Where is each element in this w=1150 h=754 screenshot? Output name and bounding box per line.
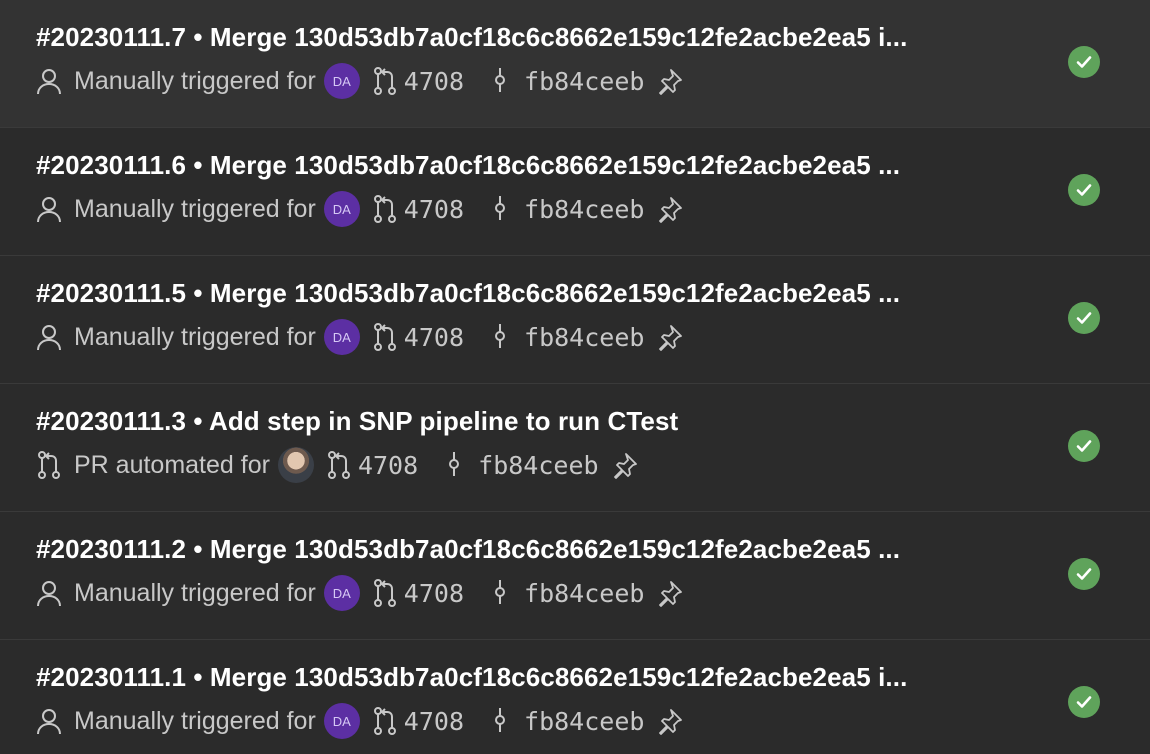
run-meta: Manually triggered for DA 4708 fb84ceeb [36,190,684,228]
trigger-text: Manually triggered for [74,706,316,735]
pin-icon[interactable] [611,451,639,479]
commit-icon [492,322,508,352]
avatar[interactable]: DA [323,63,360,99]
commit-hash-link[interactable]: fb84ceeb [524,195,644,224]
pr-number-link[interactable]: 4708 [404,323,464,352]
person-icon [36,66,62,96]
pr-number-link[interactable]: 4708 [404,67,464,96]
commit-hash-link[interactable]: fb84ceeb [524,323,644,352]
pr-number-link[interactable]: 4708 [358,451,418,480]
avatar[interactable] [277,447,314,483]
run-title[interactable]: #20230111.3 • Add step in SNP pipeline t… [36,406,1036,437]
pin-icon[interactable] [656,707,684,735]
pr-number-link[interactable]: 4708 [404,579,464,608]
run-meta: PR automated for 4708 fb84ceeb [36,446,639,484]
pipeline-run-row[interactable]: #20230111.5 • Merge 130d53db7a0cf18c6c86… [0,256,1150,384]
trigger-text: Manually triggered for [74,578,316,607]
pin-icon[interactable] [656,67,684,95]
avatar[interactable]: DA [323,575,360,611]
run-meta: Manually triggered for DA 4708 fb84ceeb [36,574,684,612]
success-status-icon [1068,686,1100,718]
pull-request-icon [372,66,398,96]
trigger-text: Manually triggered for [74,66,316,95]
pin-icon[interactable] [656,579,684,607]
pipeline-runs-list: #20230111.7 • Merge 130d53db7a0cf18c6c86… [0,0,1150,754]
pipeline-run-row[interactable]: #20230111.1 • Merge 130d53db7a0cf18c6c86… [0,640,1150,754]
pipeline-run-row[interactable]: #20230111.3 • Add step in SNP pipeline t… [0,384,1150,512]
success-status-icon [1068,174,1100,206]
person-icon [36,322,62,352]
commit-icon [492,66,508,96]
pull-request-icon [326,450,352,480]
person-icon [36,706,62,736]
pull-request-icon [372,322,398,352]
pr-number-link[interactable]: 4708 [404,707,464,736]
commit-icon [492,706,508,736]
run-title[interactable]: #20230111.5 • Merge 130d53db7a0cf18c6c86… [36,278,1036,309]
run-title[interactable]: #20230111.1 • Merge 130d53db7a0cf18c6c86… [36,662,1036,693]
trigger-text: Manually triggered for [74,194,316,223]
commit-hash-link[interactable]: fb84ceeb [478,451,598,480]
person-icon [36,194,62,224]
avatar[interactable]: DA [323,191,360,227]
success-status-icon [1068,558,1100,590]
pin-icon[interactable] [656,195,684,223]
pull-request-icon [372,194,398,224]
pr-number-link[interactable]: 4708 [404,195,464,224]
success-status-icon [1068,302,1100,334]
success-status-icon [1068,430,1100,462]
person-icon [36,578,62,608]
run-title[interactable]: #20230111.6 • Merge 130d53db7a0cf18c6c86… [36,150,1036,181]
commit-hash-link[interactable]: fb84ceeb [524,707,644,736]
run-title[interactable]: #20230111.7 • Merge 130d53db7a0cf18c6c86… [36,22,1036,53]
avatar[interactable]: DA [323,319,360,355]
commit-hash-link[interactable]: fb84ceeb [524,67,644,96]
pull-request-icon [372,578,398,608]
trigger-text: PR automated for [74,450,270,479]
commit-icon [492,578,508,608]
commit-icon [492,194,508,224]
run-title[interactable]: #20230111.2 • Merge 130d53db7a0cf18c6c86… [36,534,1036,565]
commit-hash-link[interactable]: fb84ceeb [524,579,644,608]
pull-request-icon [36,450,62,480]
trigger-text: Manually triggered for [74,322,316,351]
commit-icon [446,450,462,480]
success-status-icon [1068,46,1100,78]
pull-request-icon [372,706,398,736]
avatar[interactable]: DA [323,703,360,739]
run-meta: Manually triggered for DA 4708 fb84ceeb [36,318,684,356]
pipeline-run-row[interactable]: #20230111.6 • Merge 130d53db7a0cf18c6c86… [0,128,1150,256]
run-meta: Manually triggered for DA 4708 fb84ceeb [36,62,684,100]
pipeline-run-row[interactable]: #20230111.2 • Merge 130d53db7a0cf18c6c86… [0,512,1150,640]
pin-icon[interactable] [656,323,684,351]
run-meta: Manually triggered for DA 4708 fb84ceeb [36,702,684,740]
pipeline-run-row[interactable]: #20230111.7 • Merge 130d53db7a0cf18c6c86… [0,0,1150,128]
